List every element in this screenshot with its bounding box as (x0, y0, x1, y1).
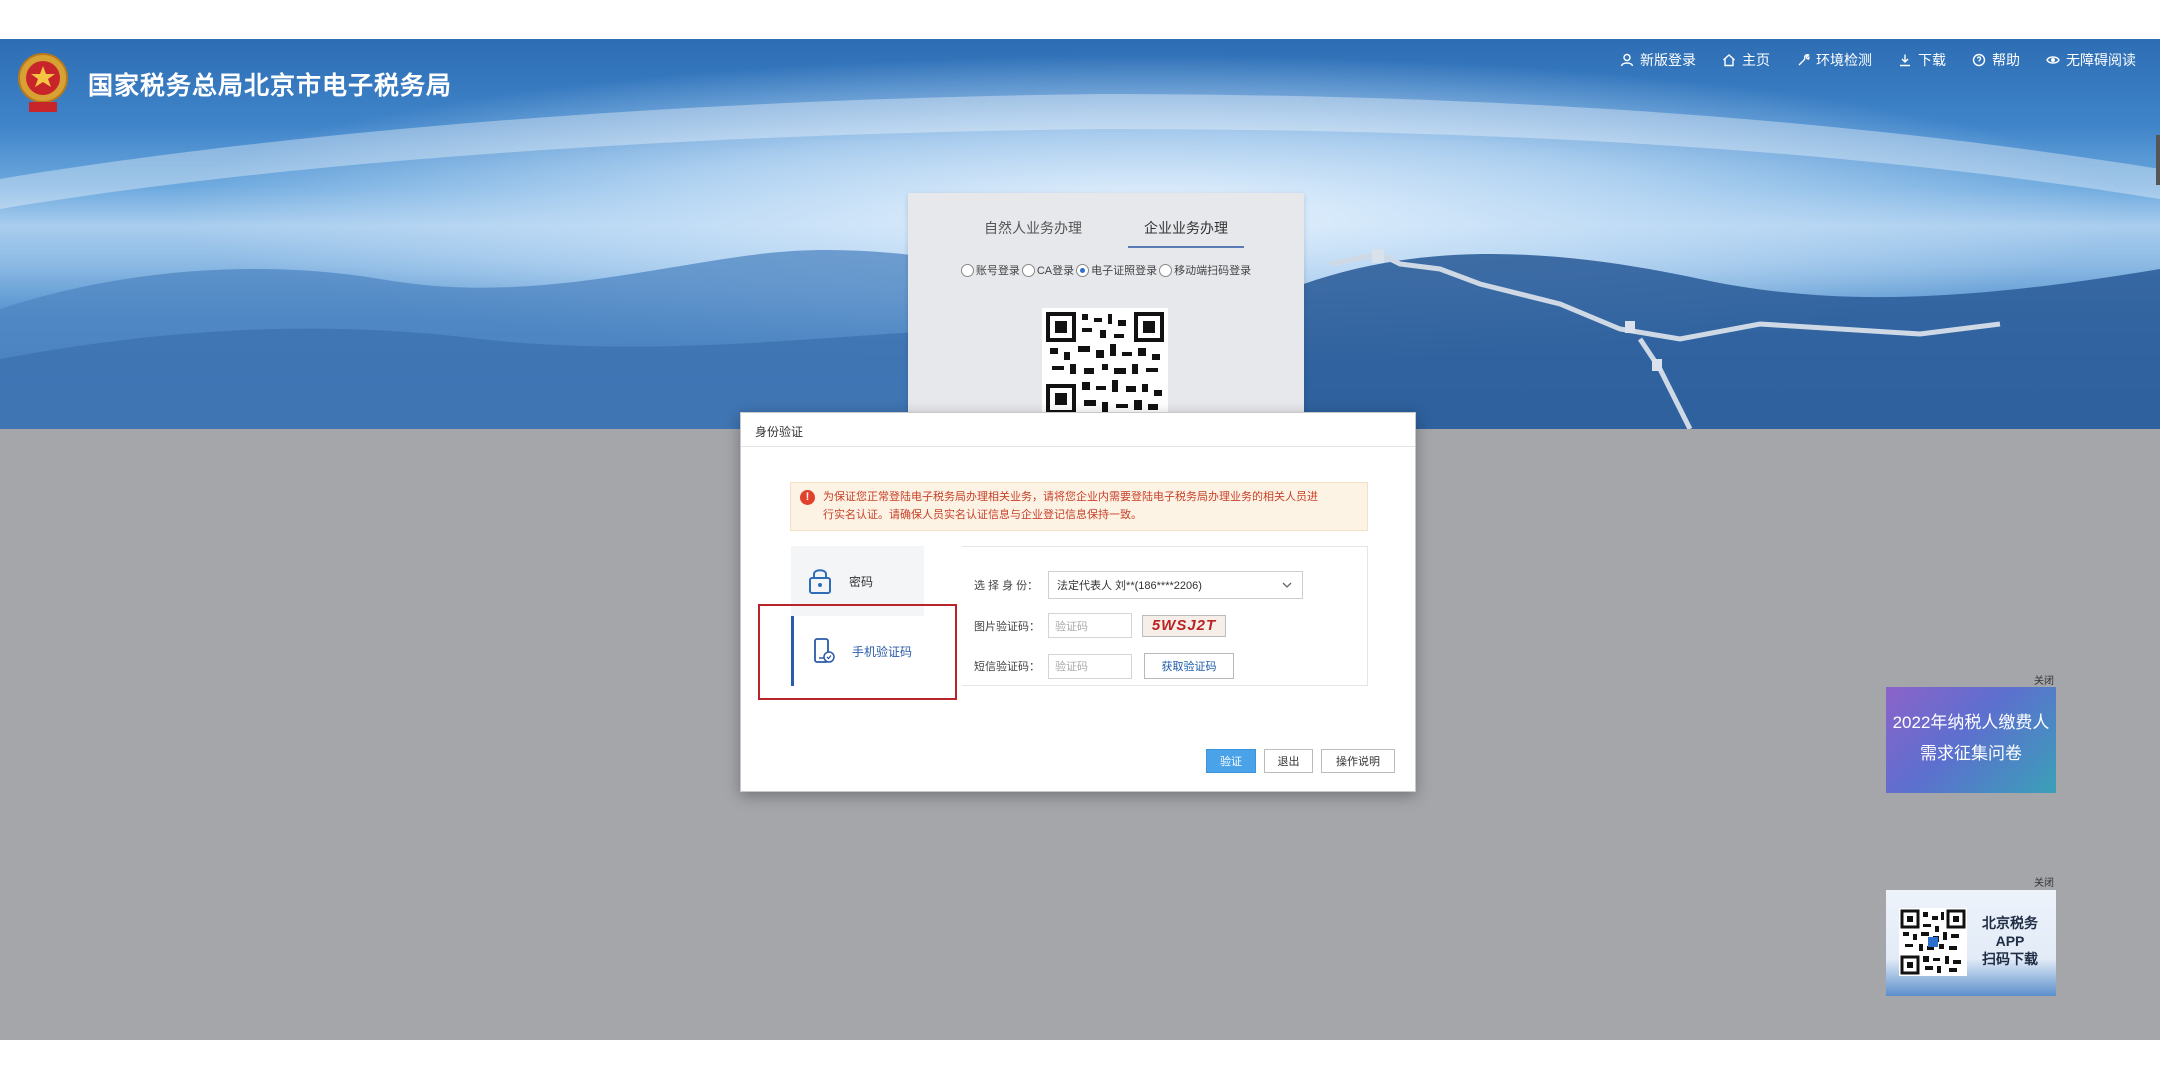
browser-top-strip (0, 0, 2160, 39)
identity-row: 选 择 身 份： 法定代表人 刘**(186****2206) (974, 571, 1303, 599)
identity-verify-dialog: 身份验证 ! 为保证您正常登陆电子税务局办理相关业务，请将您企业内需要登陆电子税… (740, 412, 1416, 792)
login-qr-code (1042, 308, 1168, 418)
promo-close-button[interactable]: 关闭 (2034, 672, 2054, 687)
nav-download[interactable]: 下载 (1898, 50, 1946, 70)
instructions-button[interactable]: 操作说明 (1321, 749, 1395, 773)
chevron-down-icon (1282, 582, 1292, 588)
app-qr-code (1899, 908, 1967, 976)
emblem-icon (18, 53, 68, 112)
promo-line1: 2022年纳税人缴费人 (1892, 713, 2050, 732)
captcha-input[interactable]: 验证码 (1048, 613, 1132, 638)
alert-text-line2: 行实名认证。请确保人员实名认证信息与企业登记信息保持一致。 (823, 509, 1142, 521)
app-line1: 北京税务 (1982, 915, 2038, 931)
captcha-row: 图片验证码： 验证码 5WSJ2T (974, 613, 1226, 638)
sms-row: 短信验证码： 验证码 获取验证码 (974, 653, 1234, 679)
login-tabs: 自然人业务办理 企业业务办理 (908, 218, 1304, 248)
captcha-label: 图片验证码： (974, 620, 1040, 633)
realname-alert: ! 为保证您正常登陆电子税务局办理相关业务，请将您企业内需要登陆电子税务局办理业… (790, 482, 1368, 531)
user-icon (1620, 53, 1634, 67)
app-line3: 扫码下载 (1982, 951, 2038, 967)
nav-label: 环境检测 (1816, 52, 1872, 68)
nav-help[interactable]: 帮助 (1972, 50, 2020, 70)
app-card-close-button[interactable]: 关闭 (2034, 874, 2054, 889)
verify-button[interactable]: 验证 (1206, 749, 1256, 773)
identity-value: 法定代表人 刘**(186****2206) (1057, 580, 1202, 592)
radio-e-license-login[interactable]: 电子证照登录 (1076, 262, 1157, 278)
dialog-buttons: 验证 退出 操作说明 (1206, 749, 1395, 773)
captcha-image[interactable]: 5WSJ2T (1142, 614, 1226, 637)
get-sms-code-button[interactable]: 获取验证码 (1144, 653, 1234, 679)
lock-icon (809, 569, 831, 594)
nav-label: 主页 (1742, 52, 1770, 68)
alert-text-line1: 为保证您正常登陆电子税务局办理相关业务，请将您企业内需要登陆电子税务局办理业务的… (823, 491, 1318, 503)
home-icon (1723, 54, 1735, 67)
site-title: 国家税务总局北京市电子税务局 (88, 72, 453, 100)
radio-account-login[interactable]: 账号登录 (960, 262, 1020, 278)
top-nav: 新版登录 主页 环境检测 下载 帮助 无障碍阅读 (1620, 50, 2136, 70)
nav-label: 下载 (1918, 52, 1946, 68)
survey-promo-card[interactable]: 2022年纳税人缴费人 需求征集问卷 (1886, 687, 2056, 793)
identity-label: 选 择 身 份： (974, 580, 1039, 592)
identity-select[interactable]: 法定代表人 刘**(186****2206) (1048, 571, 1303, 599)
browser-bottom-strip (0, 1040, 2160, 1080)
radio-mobile-scan-login[interactable]: 移动端扫码登录 (1159, 262, 1251, 278)
warning-icon: ! (800, 490, 815, 505)
app-download-card[interactable]: 北京税务 APP 扫码下载 (1886, 890, 2056, 996)
sms-label: 短信验证码： (974, 661, 1040, 673)
nav-label: 帮助 (1992, 52, 2020, 68)
nav-home[interactable]: 主页 (1722, 50, 1770, 70)
tax-emblem-logo[interactable] (15, 50, 71, 120)
nav-label: 新版登录 (1640, 52, 1696, 68)
nav-accessibility[interactable]: 无障碍阅读 (2046, 50, 2136, 70)
page-scrollbar[interactable] (2156, 135, 2160, 185)
promo-line2: 需求征集问卷 (1920, 744, 2022, 763)
download-icon (1900, 54, 1910, 67)
app-line2: APP (1995, 933, 2025, 949)
dialog-title: 身份验证 (741, 413, 1415, 447)
method-label: 密码 (849, 574, 874, 589)
nav-new-login[interactable]: 新版登录 (1620, 50, 1696, 70)
page: 国家税务总局北京市电子税务局 新版登录 主页 环境检测 下载 帮助 无障碍阅读 (0, 0, 2160, 1080)
annotation-highlight-box (758, 604, 957, 700)
tab-personal[interactable]: 自然人业务办理 (968, 218, 1098, 248)
login-card: 自然人业务办理 企业业务办理 账号登录 CA登录 电子证照登录 移动端扫码登录 (908, 193, 1304, 433)
radio-ca-login[interactable]: CA登录 (1021, 262, 1074, 278)
verify-form: 选 择 身 份： 法定代表人 刘**(186****2206) 图片验证码： 验… (962, 546, 1368, 686)
app-card-text: 北京税务 APP 扫码下载 (1974, 914, 2046, 968)
wrench-icon (1798, 54, 1810, 66)
login-method-radios: 账号登录 CA登录 电子证照登录 移动端扫码登录 (908, 262, 1304, 278)
help-icon (1972, 53, 1986, 67)
nav-env-check[interactable]: 环境检测 (1796, 50, 1872, 70)
sms-code-input[interactable]: 验证码 (1048, 653, 1132, 679)
tab-enterprise[interactable]: 企业业务办理 (1128, 218, 1244, 248)
exit-button[interactable]: 退出 (1264, 749, 1313, 773)
nav-label: 无障碍阅读 (2066, 52, 2136, 68)
eye-icon (2046, 56, 2060, 64)
